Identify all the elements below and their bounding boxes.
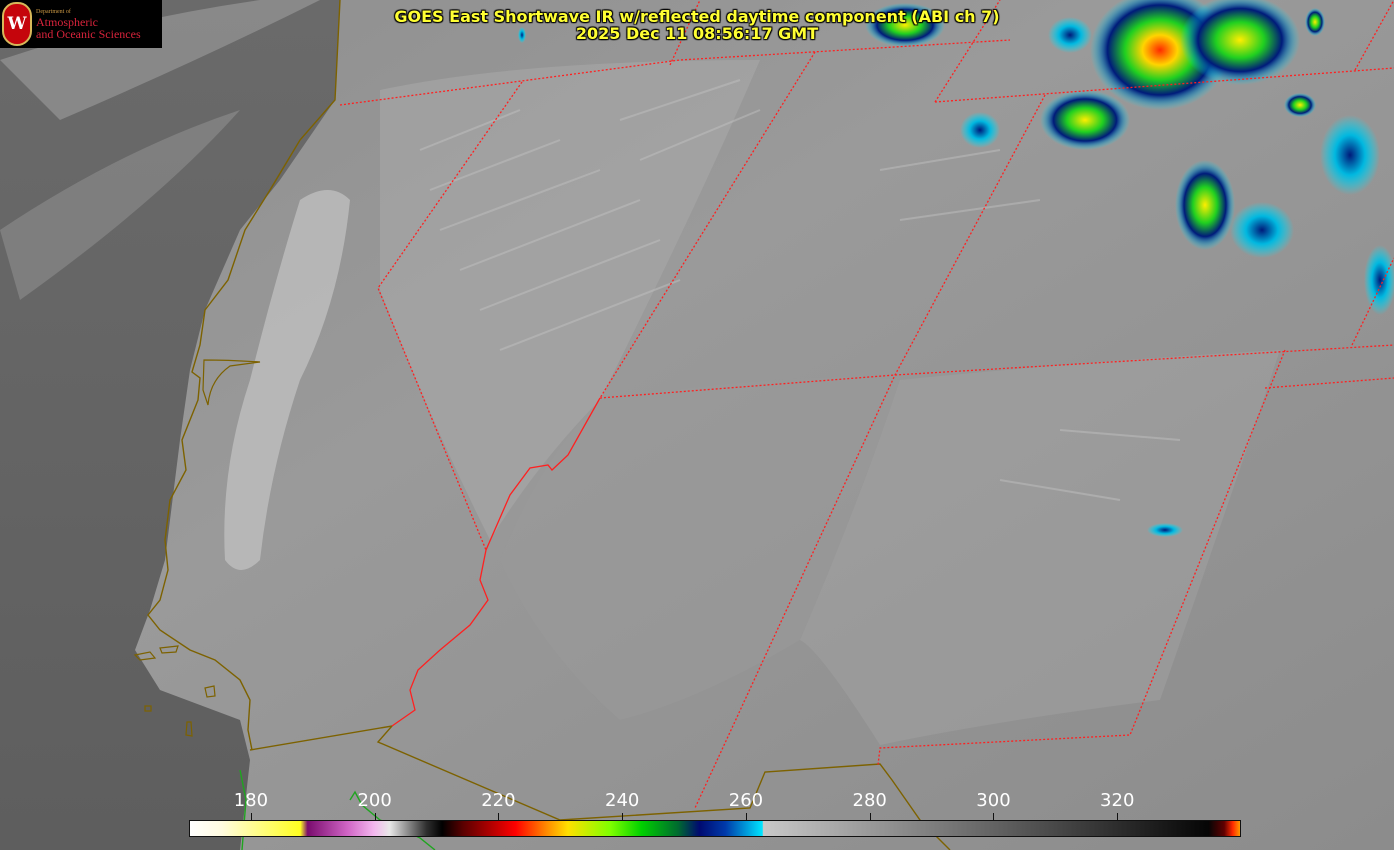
logo-line-2: and Oceanic Sciences bbox=[36, 27, 141, 41]
colorbar-tick-label: 200 bbox=[357, 790, 392, 811]
colorbar-tick-label: 280 bbox=[852, 790, 887, 811]
colorbar-tick-mark bbox=[250, 813, 252, 820]
aos-logo: W Department of Atmospheric and Oceanic … bbox=[0, 0, 162, 48]
colorbar-tick-mark bbox=[869, 813, 871, 820]
colorbar-tick-label: 180 bbox=[233, 790, 269, 811]
colorbar-tick-label: 300 bbox=[976, 790, 1011, 811]
colorbar-tick-mark bbox=[622, 813, 624, 820]
colorbar-tick-label: 260 bbox=[728, 790, 764, 811]
colorbar bbox=[189, 820, 1241, 837]
logo-text: Department of Atmospheric and Oceanic Sc… bbox=[36, 8, 141, 40]
colorbar-tick-mark bbox=[745, 813, 747, 820]
satellite-map bbox=[0, 0, 1394, 850]
colorbar-tick-mark bbox=[993, 813, 995, 820]
colorbar-tick-mark bbox=[498, 813, 500, 820]
colorbar-tick-label: 320 bbox=[1100, 790, 1135, 811]
uw-seal-icon: W bbox=[2, 2, 32, 46]
colorbar-tick-mark bbox=[374, 813, 376, 820]
colorbar-tick-label: 220 bbox=[481, 790, 516, 811]
colorbar-tick-label: 240 bbox=[604, 790, 640, 811]
colorbar-tick-mark bbox=[1117, 813, 1119, 820]
